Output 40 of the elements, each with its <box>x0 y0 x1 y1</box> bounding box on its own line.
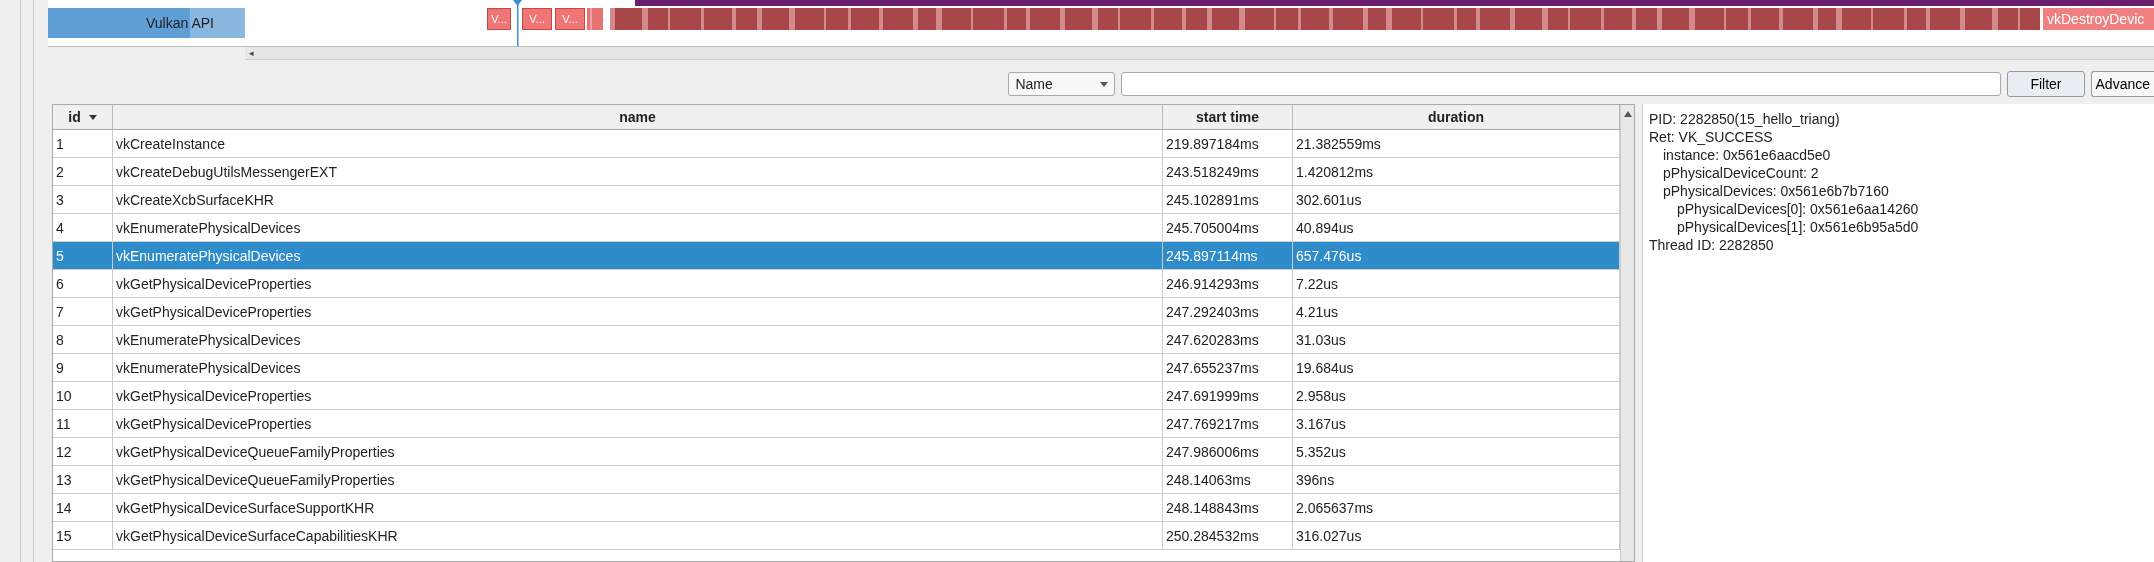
table-cell: 316.027us <box>1293 522 1620 550</box>
table-cell: 15 <box>53 522 113 550</box>
table-row[interactable]: 13 vkGetPhysicalDeviceQueueFamilyProperties 248.14063ms 396ns <box>53 466 1620 494</box>
filter-field[interactable] <box>1121 72 2002 96</box>
table-cell: 250.284532ms <box>1163 522 1293 550</box>
detail-line: instance: 0x561e6aacd5e0 <box>1662 146 1832 164</box>
column-header[interactable]: name <box>113 105 1163 129</box>
field-dropdown[interactable]: Name <box>1008 72 1116 96</box>
table-row[interactable]: 2 vkCreateDebugUtilsMessengerEXT 243.518249ms 1.420812ms <box>53 158 1620 186</box>
detail-line: Thread ID: 2282850 <box>1649 236 1775 254</box>
table-row[interactable]: 3 vkCreateXcbSurfaceKHR 245.102891ms 302.601us <box>53 186 1620 214</box>
filter-button[interactable]: Filter <box>2007 71 2085 97</box>
column-header[interactable]: start time <box>1163 105 1293 129</box>
detail-line: PID: 2282850(15_hello_triang) <box>1649 110 1841 128</box>
event-trace-drawing <box>587 8 603 30</box>
table-cell: vkGetPhysicalDeviceSurfaceCapabilitiesKHR <box>113 522 1163 550</box>
track-label[interactable]: Vulkan API <box>48 8 245 38</box>
table-row[interactable]: 12 vkGetPhysicalDeviceQueueFamilyProperties 247.986006ms 5.352us <box>53 438 1620 466</box>
table-row[interactable]: 1 vkCreateInstance 219.897184ms 21.382559ms <box>53 130 1620 158</box>
table-row[interactable]: 8 vkEnumeratePhysicalDevices 247.620283ms 31.03us <box>53 326 1620 354</box>
caret-icon <box>1100 81 1109 87</box>
table-row[interactable]: 10 vkGetPhysicalDeviceProperties 247.691999ms 2.958us <box>53 382 1620 410</box>
scroll-left-icon[interactable]: ◂ <box>245 48 254 58</box>
column-header[interactable]: id <box>53 105 113 129</box>
detail-line: Ret: VK_SUCCESS <box>1649 128 1774 146</box>
time-marker[interactable] <box>513 0 522 46</box>
detail-line: pPhysicalDevices: 0x561e6b7b7160 <box>1662 182 1890 200</box>
detail-line: pPhysicalDeviceCount: 2 <box>1662 164 1820 182</box>
table-row[interactable]: 6 vkGetPhysicalDeviceProperties 246.914293ms 7.22us <box>53 270 1620 298</box>
table-row[interactable]: 14 vkGetPhysicalDeviceSurfaceSupportKHR 248.148843ms 2.065637ms <box>53 494 1620 522</box>
detail-line: pPhysicalDevices[1]: 0x561e6b95a5d0 <box>1676 218 1920 236</box>
table-row[interactable]: 11 vkGetPhysicalDeviceProperties 247.769217ms 3.167us <box>53 410 1620 438</box>
table-row[interactable]: 4 vkEnumeratePhysicalDevices 245.705004ms 40.894us <box>53 214 1620 242</box>
table-row[interactable]: 15 vkGetPhysicalDeviceSurfaceCapabilitiesKHR 250.284532ms 316.027us <box>53 522 1620 550</box>
table-row[interactable]: 7 vkGetPhysicalDeviceProperties 247.292403ms 4.21us <box>53 298 1620 326</box>
table-row[interactable]: 5 vkEnumeratePhysicalDevices 245.897114ms 657.476us <box>53 242 1620 270</box>
advanced-button[interactable]: Advance <box>2090 71 2154 97</box>
table-row[interactable]: 9 vkEnumeratePhysicalDevices 247.655237ms 19.684us <box>53 354 1620 382</box>
scroll-up-icon[interactable] <box>1623 111 1632 117</box>
detail-line: pPhysicalDevices[0]: 0x561e6aa14260 <box>1676 200 1920 218</box>
